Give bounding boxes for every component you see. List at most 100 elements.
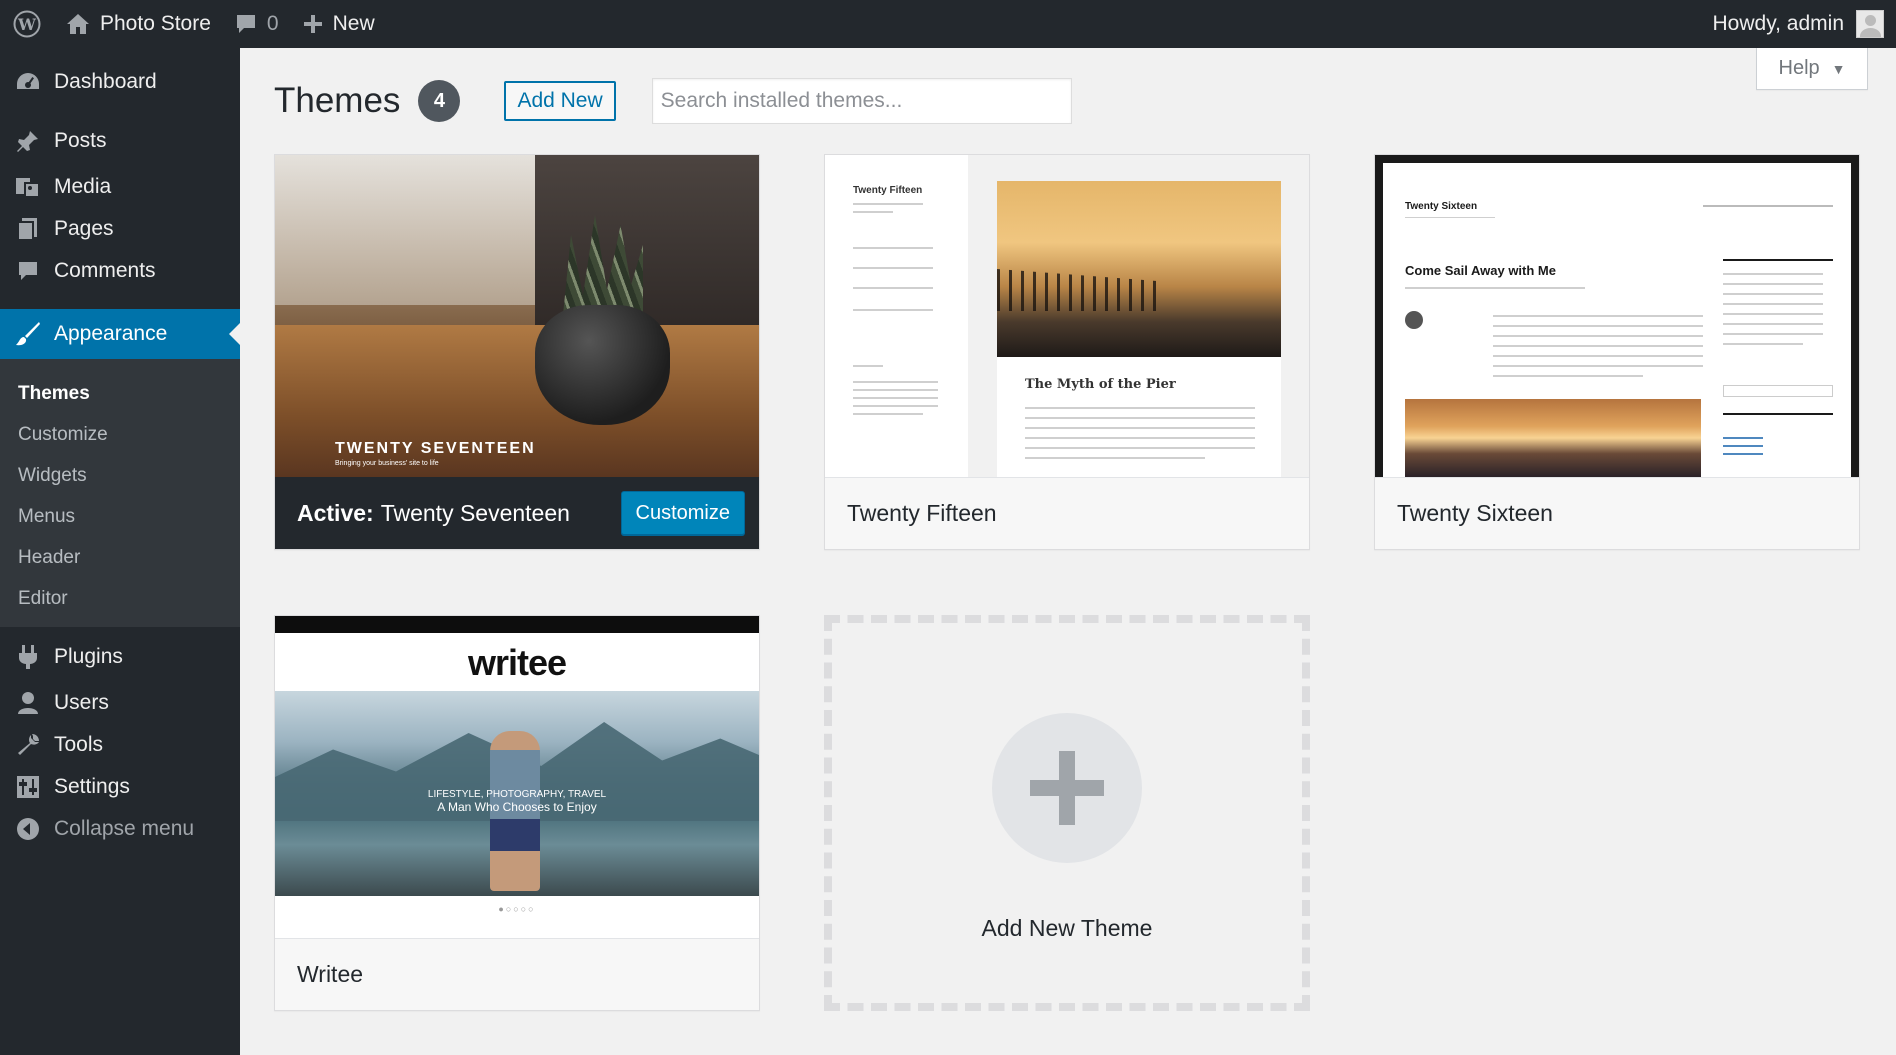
text-line	[1723, 303, 1823, 305]
menu-label: Plugins	[54, 644, 123, 668]
new-content-link[interactable]: New	[291, 0, 387, 48]
text-line	[1405, 287, 1585, 289]
text-line	[1493, 315, 1703, 317]
screenshot-title: TWENTY SEVENTEEN	[335, 440, 536, 457]
screenshot-search	[1723, 385, 1833, 397]
add-new-theme-label: Add New Theme	[981, 915, 1153, 941]
text-line	[1493, 325, 1703, 327]
screenshot-pier-image	[997, 181, 1281, 357]
theme-name-bar: Twenty Sixteen	[1375, 477, 1859, 549]
menu-item-users[interactable]: Users	[0, 682, 240, 724]
collapse-arrow-icon	[14, 815, 42, 843]
theme-name: Twenty Fifteen	[847, 500, 997, 526]
submenu-widgets[interactable]: Widgets	[0, 455, 240, 496]
theme-name: Twenty Sixteen	[1397, 500, 1553, 526]
theme-screenshot[interactable]: Twenty Sixteen Come Sail Away with Me	[1375, 155, 1859, 477]
text-line	[1493, 335, 1703, 337]
dashboard-icon	[14, 68, 42, 96]
theme-screenshot[interactable]: writee LIFESTYLE, PHOTOGRAPHY, TRAVEL A …	[275, 616, 759, 938]
theme-name-bar: Writee	[275, 938, 759, 1010]
link-line	[1723, 453, 1763, 455]
submenu-menus[interactable]: Menus	[0, 496, 240, 537]
page-title: Themes	[274, 81, 401, 120]
link-line	[1723, 437, 1763, 439]
theme-card-twenty-fifteen[interactable]: Twenty Fifteen The Myth of the Pier Twen…	[824, 154, 1310, 550]
menu-label: Settings	[54, 775, 130, 798]
wordpress-logo-icon[interactable]: W	[0, 0, 54, 48]
avatar	[1856, 10, 1884, 38]
screenshot-page: Twenty Sixteen Come Sail Away with Me	[1383, 163, 1851, 477]
screenshot-content: The Myth of the Pier	[997, 181, 1281, 477]
screenshot-post-title: Come Sail Away with Me	[1405, 263, 1556, 278]
theme-name-bar: Twenty Fifteen	[825, 477, 1309, 549]
text-line	[1723, 313, 1823, 315]
brush-icon	[14, 320, 42, 348]
collapse-menu-button[interactable]: Collapse menu	[0, 808, 240, 850]
appearance-submenu: Themes Customize Widgets Menus Header Ed…	[0, 359, 240, 627]
screenshot-hero-text: LIFESTYLE, PHOTOGRAPHY, TRAVEL A Man Who…	[275, 789, 759, 814]
text-line	[1723, 273, 1823, 275]
menu-item-comments[interactable]: Comments	[0, 250, 240, 292]
submenu-customize[interactable]: Customize	[0, 414, 240, 455]
text-line	[1723, 323, 1823, 325]
text-line	[1025, 437, 1255, 439]
plus-icon	[1030, 751, 1104, 825]
site-name-link[interactable]: Photo Store	[54, 0, 223, 48]
carousel-dots: ●○○○○	[498, 904, 536, 914]
text-line	[1025, 457, 1205, 459]
text-line	[853, 365, 883, 367]
submenu-themes[interactable]: Themes	[0, 373, 240, 414]
text-line	[853, 397, 938, 399]
menu-item-tools[interactable]: Tools	[0, 724, 240, 766]
text-line	[1025, 447, 1255, 449]
theme-card-twenty-seventeen[interactable]: TWENTY SEVENTEEN Bringing your business'…	[274, 154, 760, 550]
theme-screenshot[interactable]: TWENTY SEVENTEEN Bringing your business'…	[275, 155, 759, 477]
page-heading: Themes 4 Add New	[274, 78, 1072, 124]
help-tab-button[interactable]: Help ▼	[1756, 48, 1868, 90]
divider	[1723, 259, 1833, 261]
menu-label: Dashboard	[54, 69, 157, 93]
menu-item-dashboard[interactable]: Dashboard	[0, 56, 240, 107]
text-line	[853, 247, 933, 249]
text-line	[853, 405, 938, 407]
customize-button[interactable]: Customize	[620, 491, 745, 535]
theme-name: Writee	[297, 961, 364, 987]
pin-icon	[14, 127, 42, 155]
text-line	[1025, 407, 1255, 409]
user-icon	[14, 689, 42, 717]
text-line	[853, 211, 893, 213]
search-themes-input[interactable]	[651, 78, 1072, 124]
site-name: Photo Store	[100, 12, 211, 35]
menu-item-settings[interactable]: Settings	[0, 766, 240, 808]
plugin-icon	[14, 643, 42, 671]
comments-link[interactable]: 0	[223, 0, 291, 48]
submenu-editor[interactable]: Editor	[0, 578, 240, 619]
menu-label: Appearance	[54, 322, 168, 345]
menu-item-pages[interactable]: Pages	[0, 208, 240, 250]
menu-item-posts[interactable]: Posts	[0, 115, 240, 166]
text-line	[1025, 427, 1255, 429]
text-line	[853, 309, 933, 311]
theme-screenshot[interactable]: Twenty Fifteen The Myth of the Pier	[825, 155, 1309, 477]
main-content: Help ▼ Themes 4 Add New TWENTY SEVENTEEN…	[240, 48, 1896, 1055]
menu-label: Tools	[54, 733, 104, 756]
add-new-button[interactable]: Add New	[504, 81, 616, 121]
menu-item-appearance[interactable]: Appearance	[0, 309, 240, 359]
text-line	[1493, 345, 1703, 347]
hero-headline: A Man Who Chooses to Enjoy	[437, 800, 597, 814]
menu-item-plugins[interactable]: Plugins	[0, 631, 240, 682]
theme-card-writee[interactable]: writee LIFESTYLE, PHOTOGRAPHY, TRAVEL A …	[274, 615, 760, 1011]
submenu-header[interactable]: Header	[0, 537, 240, 578]
menu-label: Comments	[54, 259, 156, 282]
new-label: New	[332, 12, 375, 35]
nav-line	[1703, 205, 1833, 207]
menu-item-media[interactable]: Media	[0, 166, 240, 208]
text-line	[1723, 343, 1803, 345]
my-account-link[interactable]: Howdy, admin	[1701, 0, 1896, 48]
theme-card-twenty-sixteen[interactable]: Twenty Sixteen Come Sail Away with Me Tw…	[1374, 154, 1860, 550]
admin-bar: W Photo Store 0 New Howdy, admin	[0, 0, 1896, 48]
screenshot-site-title: Twenty Fifteen	[853, 185, 923, 196]
comments-count: 0	[266, 12, 279, 35]
home-icon	[66, 13, 90, 35]
add-new-theme-card[interactable]: Add New Theme	[824, 615, 1310, 1011]
